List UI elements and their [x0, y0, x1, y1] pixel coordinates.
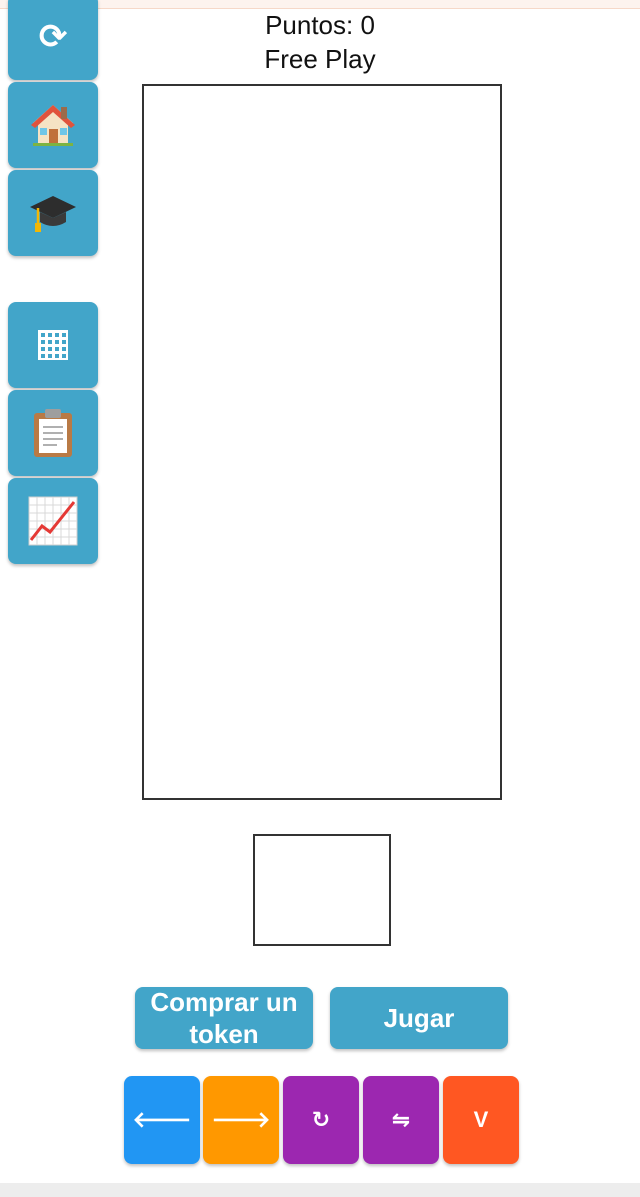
- arrow-right-icon: 🡒: [211, 1107, 271, 1132]
- next-piece-preview: [253, 834, 391, 946]
- home-button[interactable]: [8, 82, 98, 168]
- grid-icon: [38, 330, 68, 360]
- move-left-button[interactable]: 🡐: [124, 1076, 200, 1164]
- mode-label: Free Play: [264, 44, 376, 74]
- flip-icon: ⇋: [391, 1107, 411, 1132]
- game-board[interactable]: [142, 84, 502, 800]
- buy-token-button[interactable]: Comprar un token: [135, 987, 313, 1049]
- clipboard-button[interactable]: [8, 390, 98, 476]
- game-page: ⟳ Puntos: 0 Free Play Comprar un token J…: [0, 0, 640, 1197]
- drop-button[interactable]: V: [443, 1076, 519, 1164]
- house-icon: [29, 101, 77, 149]
- flip-button[interactable]: ⇋: [363, 1076, 439, 1164]
- tutorial-button[interactable]: [8, 170, 98, 256]
- play-label: Jugar: [383, 1003, 455, 1033]
- grid-button[interactable]: [8, 302, 98, 388]
- rotate-button[interactable]: ↻: [283, 1076, 359, 1164]
- score-label: Puntos: 0: [265, 10, 375, 40]
- rotate-icon: ↻: [311, 1107, 331, 1132]
- play-button[interactable]: Jugar: [330, 987, 508, 1049]
- drop-icon: V: [473, 1107, 489, 1132]
- move-right-button[interactable]: 🡒: [203, 1076, 279, 1164]
- clipboard-icon: [31, 408, 75, 458]
- stats-button[interactable]: [8, 478, 98, 564]
- bottom-strip: [0, 1183, 640, 1197]
- arrow-left-icon: 🡐: [132, 1107, 192, 1132]
- graduation-cap-icon: [28, 188, 78, 238]
- chart-increasing-icon: [28, 496, 78, 546]
- buy-token-label: Comprar un token: [150, 987, 298, 1049]
